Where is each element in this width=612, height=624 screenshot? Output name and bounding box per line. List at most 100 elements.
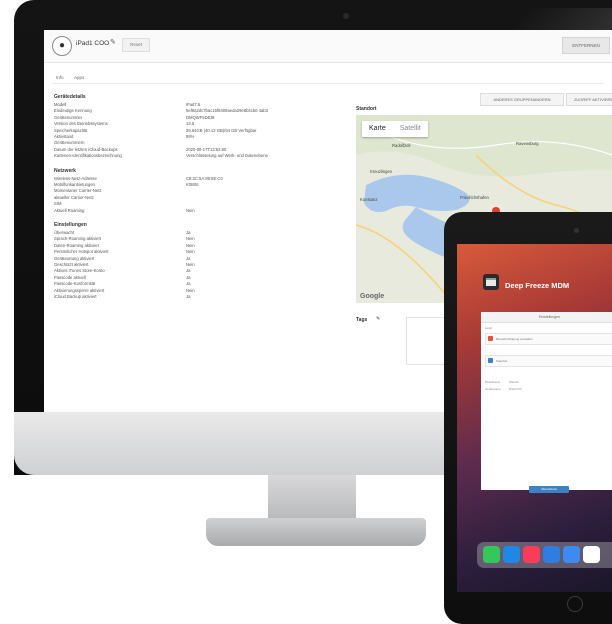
detail-label: iCloud Backup aktiviert <box>54 294 97 299</box>
card-title: Einstellungen <box>539 315 561 319</box>
detail-label: Aktivstand <box>54 134 74 139</box>
apple-logo-icon: ● <box>52 36 72 56</box>
detail-value: Ja <box>186 230 191 235</box>
location-field[interactable]: Standort <box>485 355 612 367</box>
tab-apps[interactable]: Apps <box>74 75 84 80</box>
detail-value: Nein <box>186 249 195 255</box>
detail-value: C8:3C:5A:89:8E:C0 <box>186 175 223 181</box>
detail-value: iPad7.5 <box>186 102 201 107</box>
map-tab-karte[interactable]: Karte <box>362 121 393 137</box>
detail-label: Passcode-Konformität <box>54 281 96 287</box>
detail-label: Kartenen-Identifikationsbezeichnung <box>54 153 122 159</box>
ipad-dock <box>477 542 612 568</box>
notification-field[interactable]: Benachrichtigung verwalten <box>485 333 612 345</box>
detail-value: Nein <box>186 242 195 248</box>
notification-icon <box>488 336 493 341</box>
detail-label: Sprach-Roaming aktiviert <box>54 236 102 242</box>
imac-stand-base <box>206 518 426 546</box>
detail-label: Speicherkapazität <box>54 127 88 133</box>
change-group-button[interactable]: ANDERES GRUPPENANDERN <box>480 93 564 106</box>
reset-button[interactable]: Reset <box>122 38 150 52</box>
apply-button[interactable]: Übernehmen <box>529 486 569 493</box>
detail-value: Ja <box>186 294 191 299</box>
detail-value: Nein <box>186 262 195 267</box>
detail-label: Eindeutige Kennung <box>54 108 92 114</box>
section-title: Einstellungen <box>54 222 87 228</box>
detail-value: Nein <box>186 236 195 242</box>
map-type-toggle: Karte Satellit <box>362 121 428 137</box>
detail-value: Ja <box>186 274 191 280</box>
mail-icon[interactable] <box>543 546 560 563</box>
detail-label: Geräteortung aktiviert <box>54 255 95 261</box>
detail-value: Nein <box>186 207 195 213</box>
location-icon <box>488 358 493 363</box>
map-place: Ravensburg <box>516 141 539 146</box>
remove-device-button[interactable]: ENTFERNEN <box>562 37 610 54</box>
section-title: Netzwerk <box>54 167 76 174</box>
messages-icon[interactable] <box>483 546 500 563</box>
detail-label: Gerätenummern <box>54 140 85 146</box>
screen-glare <box>510 8 612 30</box>
location-label: Standort <box>356 106 377 112</box>
detail-label: Aktives iTunes Store-Konto <box>54 268 105 274</box>
detail-value: 95% <box>186 134 195 139</box>
detail-label: Aktivierungssperre aktiviert <box>54 287 105 293</box>
detail-value: Verschlüsselung auf Werk- und Datenebene <box>186 153 268 159</box>
map-place: Friedrichshafen <box>460 195 489 200</box>
apply-button-label: Übernehmen <box>540 487 558 491</box>
deep-freeze-app-icon <box>483 274 499 290</box>
section-title: Gerätedetails <box>54 94 86 100</box>
tab-divider <box>52 83 604 84</box>
detail-label: Überwacht <box>54 230 75 235</box>
detail-label: Mobilfunkanbietungen <box>54 182 95 187</box>
ipad-camera-dot <box>574 228 579 233</box>
detail-value: 13.6 <box>186 121 195 127</box>
edit-pencil-icon[interactable]: ✎ <box>110 38 116 46</box>
ipad-screen: Deep Freeze MDM Einstellungen Gerät Bena… <box>457 244 612 592</box>
detail-value: Nein <box>186 287 195 293</box>
detail-value: 26.64GB (40.12 GB)/64 GB Verfügbar <box>186 127 257 133</box>
detail-value: K0B06 <box>186 182 199 187</box>
detail-label: Daten-Roaming aktiviert <box>54 242 99 248</box>
enable-access-button[interactable]: ZUGRIFF AKTIVIEREN <box>566 93 612 106</box>
detail-label: Aktuell Roaming <box>54 207 85 213</box>
detail-value: DMQWF5D8J8 <box>186 114 215 120</box>
tags-label: Tags <box>356 317 368 323</box>
detail-value: Ja <box>186 268 191 274</box>
detail-label: Momentaner Carrier-Netz <box>54 188 102 194</box>
camera-dot <box>343 13 349 19</box>
info-value: iPad COO <box>509 387 522 391</box>
detail-value: Ja <box>186 281 191 287</box>
tab-info[interactable]: Info <box>56 75 64 80</box>
files-icon[interactable] <box>563 546 580 563</box>
detail-label: Gerätenummer <box>54 114 83 120</box>
card-header: Einstellungen <box>481 312 612 323</box>
detail-label: Datum der letzten iCloud-Backups <box>54 146 118 152</box>
detail-label: aktueller Carrier-Netz <box>54 194 94 200</box>
detail-label: Passcode aktuell <box>54 274 86 280</box>
detail-label: Wireless-Netz-Adresse <box>54 175 97 181</box>
music-icon[interactable] <box>523 546 540 563</box>
detail-label: SIM <box>54 201 62 207</box>
info-value: iPad Air <box>509 380 519 384</box>
detail-label: Version des Betriebssystems <box>54 121 108 127</box>
notification-field-text: Benachrichtigung verwalten <box>496 337 533 341</box>
safari-icon[interactable] <box>503 546 520 563</box>
detail-value: 2020-08-17T13:52:60 <box>186 146 227 152</box>
detail-label: Persönlicher Hotspot aktiviert <box>54 249 109 255</box>
detail-value: 5ef9a2dc7bac15f8409aeda29e8b4cb0 4ab3 <box>186 108 268 114</box>
map-place: Konstanz <box>360 197 378 202</box>
map-place: Radolfzell <box>392 143 411 148</box>
ipad-home-button[interactable] <box>567 596 583 612</box>
card-section-label: Gerät <box>485 326 492 330</box>
device-header: ● iPad1 COO ✎ Reset ENTFERNEN <box>44 30 612 63</box>
device-title: iPad1 COO <box>76 40 110 47</box>
settings-card: Einstellungen Gerät Benachrichtigung ver… <box>481 312 612 490</box>
app-title: Deep Freeze MDM <box>505 281 570 290</box>
detail-label: Modell <box>54 102 67 107</box>
deep-freeze-dock-icon[interactable] <box>583 546 600 563</box>
map-tab-satellit[interactable]: Satellit <box>393 121 428 137</box>
imac-stand <box>268 475 356 520</box>
detail-value: Ja <box>186 255 191 261</box>
tags-edit-icon[interactable]: ✎ <box>376 316 380 322</box>
